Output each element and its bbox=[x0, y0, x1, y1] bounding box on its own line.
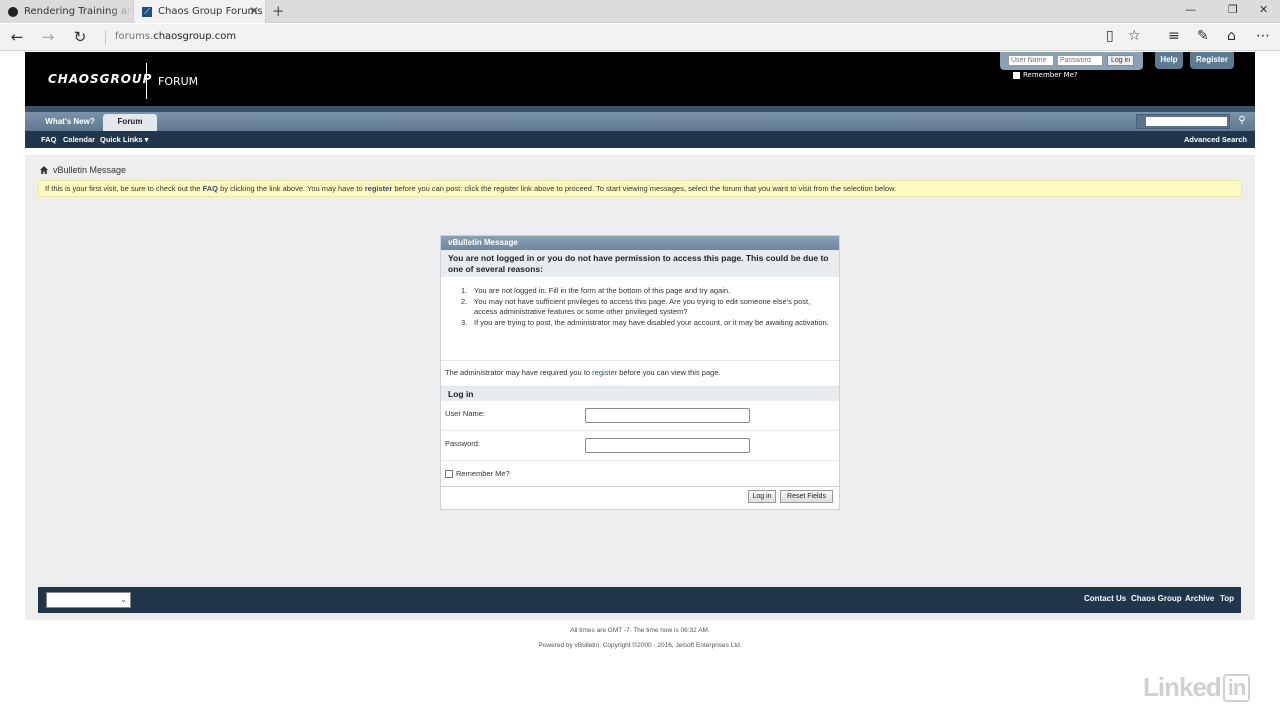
remember-me-row[interactable]: Remember Me? bbox=[441, 461, 839, 487]
close-window-icon[interactable]: ✕ bbox=[1259, 3, 1268, 16]
copyright-note: Powered by vBulletin, Copyright ©2000 - … bbox=[538, 642, 742, 649]
username-label: User Name: bbox=[445, 409, 486, 418]
header-remember-me[interactable]: Remember Me? bbox=[1013, 71, 1078, 79]
chevron-down-icon: ⌄ bbox=[120, 595, 127, 604]
reading-view-icon[interactable]: ▯ bbox=[1106, 28, 1114, 44]
header-login-form: Log in bbox=[1000, 52, 1143, 70]
quick-links-menu[interactable]: Quick Links ▾ bbox=[100, 135, 148, 144]
login-button[interactable]: Log in bbox=[748, 490, 776, 503]
search-icon[interactable]: ⚲ bbox=[1233, 114, 1251, 129]
register-link[interactable]: register bbox=[592, 368, 617, 377]
username-row: User Name: bbox=[441, 401, 839, 431]
contact-us-link[interactable]: Contact Us bbox=[1084, 594, 1126, 603]
help-button[interactable]: Help bbox=[1155, 52, 1183, 69]
timezone-note: All times are GMT -7. The time now is 06… bbox=[570, 627, 710, 634]
calendar-link[interactable]: Calendar bbox=[63, 135, 95, 144]
style-chooser-select[interactable]: ⌄ bbox=[46, 592, 131, 608]
vbulletin-message-box: vBulletin Message You are not logged in … bbox=[440, 235, 840, 510]
back-icon[interactable]: ← bbox=[7, 28, 27, 46]
linkedin-watermark: Linked in bbox=[1143, 672, 1251, 703]
forward-icon[interactable]: → bbox=[38, 28, 58, 46]
site-favicon-icon bbox=[8, 6, 18, 17]
remember-checkbox[interactable] bbox=[1013, 71, 1020, 79]
browser-address-bar: ← → ↻ forums.chaosgroup.com ▯ ☆ ≡ ✎ ⌂ ⋯ bbox=[0, 24, 1280, 51]
advanced-search-link[interactable]: Advanced Search bbox=[1184, 135, 1247, 144]
reasons-list: 1. You are not logged in. Fill in the for… bbox=[441, 277, 839, 361]
sub-nav-bar: FAQ Calendar Quick Links ▾ Advanced Sear… bbox=[25, 131, 1255, 148]
web-note-icon[interactable]: ✎ bbox=[1197, 28, 1209, 44]
list-item: 2. You may not have sufficient privileges… bbox=[461, 296, 811, 317]
remember-me-checkbox[interactable] bbox=[445, 469, 453, 478]
password-row: Password: bbox=[441, 431, 839, 461]
plus-icon[interactable]: + bbox=[272, 2, 285, 20]
browser-tab-bar: Rendering Training and Tuto ⟋ Chaos Grou… bbox=[0, 0, 1280, 23]
tab-forum[interactable]: Forum bbox=[103, 114, 157, 131]
browser-tab-chaos-forums[interactable]: ⟋ Chaos Group Forums ✕ bbox=[133, 0, 266, 23]
web-page: CHAOSGROUP FORUM Log in Remember Me? Hel… bbox=[0, 52, 1280, 720]
home-icon[interactable] bbox=[40, 166, 48, 174]
first-visit-notice: If this is your first visit, be sure to … bbox=[38, 180, 1242, 197]
close-tab-icon[interactable]: ✕ bbox=[249, 4, 259, 18]
site-header: CHAOSGROUP FORUM Log in Remember Me? Hel… bbox=[25, 52, 1255, 106]
browser-tab-rendering[interactable]: Rendering Training and Tuto bbox=[0, 0, 132, 23]
breadcrumb-current: vBulletin Message bbox=[53, 165, 127, 175]
url-field[interactable]: forums.chaosgroup.com bbox=[115, 31, 236, 42]
chevron-down-icon: ▾ bbox=[144, 135, 149, 144]
archive-link[interactable]: Archive bbox=[1185, 594, 1214, 603]
chaosgroup-logo[interactable]: CHAOSGROUP bbox=[48, 72, 152, 86]
message-heading: You are not logged in or you do not have… bbox=[441, 250, 839, 277]
top-link[interactable]: Top bbox=[1220, 594, 1234, 603]
register-button[interactable]: Register bbox=[1190, 52, 1234, 69]
search-box bbox=[1136, 114, 1230, 129]
footer-bar: ⌄ Contact Us Chaos Group Archive Top bbox=[38, 587, 1241, 613]
faq-link[interactable]: FAQ bbox=[41, 135, 56, 144]
minimize-icon[interactable]: — bbox=[1185, 3, 1196, 16]
list-item: 1. You are not logged in. Fill in the for… bbox=[461, 286, 731, 295]
forum-label: FORUM bbox=[158, 75, 199, 88]
main-content: vBulletin Message If this is your first … bbox=[25, 155, 1255, 620]
faq-notice-link[interactable]: FAQ bbox=[203, 184, 218, 193]
register-notice-link[interactable]: register bbox=[365, 184, 393, 193]
more-icon[interactable]: ⋯ bbox=[1256, 28, 1270, 44]
tab-whats-new[interactable]: What's New? bbox=[39, 114, 101, 131]
chaos-group-link[interactable]: Chaos Group bbox=[1131, 594, 1182, 603]
header-login-button[interactable]: Log in bbox=[1107, 55, 1134, 66]
refresh-icon[interactable]: ↻ bbox=[70, 28, 90, 46]
header-password-input[interactable] bbox=[1057, 55, 1103, 66]
hub-icon[interactable]: ≡ bbox=[1168, 28, 1180, 44]
password-input[interactable] bbox=[585, 438, 750, 453]
header-username-input[interactable] bbox=[1008, 55, 1054, 66]
share-icon[interactable]: ⌂ bbox=[1227, 28, 1236, 44]
tab-title: Chaos Group Forums bbox=[158, 6, 263, 17]
message-title: vBulletin Message bbox=[441, 236, 839, 250]
reset-fields-button[interactable]: Reset Fields bbox=[780, 490, 833, 503]
username-input[interactable] bbox=[585, 408, 750, 423]
breadcrumb: vBulletin Message bbox=[40, 165, 126, 175]
admin-note: The administrator may have required you … bbox=[445, 368, 721, 377]
chaos-favicon-icon: ⟋ bbox=[142, 6, 152, 17]
star-icon[interactable]: ☆ bbox=[1128, 28, 1141, 44]
search-input[interactable] bbox=[1146, 117, 1227, 126]
login-heading: Log in bbox=[441, 386, 839, 401]
nav-tabs-bar: What's New? Forum ⚲ bbox=[25, 112, 1255, 131]
password-label: Password: bbox=[445, 439, 481, 448]
list-item: 3. If you are trying to post, the adminis… bbox=[461, 317, 829, 327]
form-buttons: Log in Reset Fields bbox=[441, 487, 839, 509]
restore-icon[interactable]: ❐ bbox=[1228, 3, 1238, 16]
